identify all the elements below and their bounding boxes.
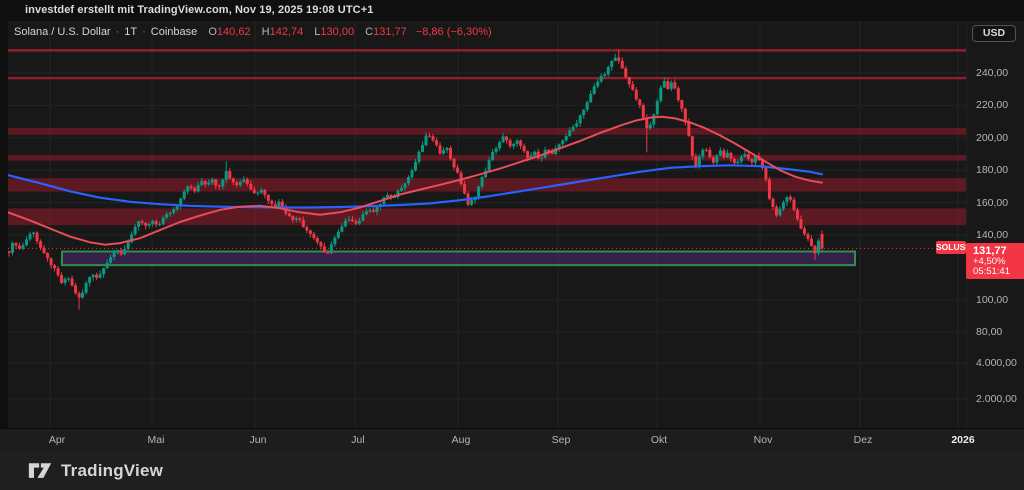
time-axis-label: Okt [651, 434, 667, 446]
price-axis-label: 180,00 [976, 164, 1008, 176]
high-value: 142,74 [270, 26, 304, 38]
last-price-label: 131,77 +4,50% 05:51:41 [966, 243, 1024, 279]
price-axis-label: 200,00 [976, 132, 1008, 144]
tradingview-logo-text: TradingView [61, 461, 163, 481]
low-value: 130,00 [320, 26, 354, 38]
plot-area [8, 21, 967, 428]
bottom-bar: TradingView [0, 452, 1024, 490]
price-axis-label: 160,00 [976, 197, 1008, 209]
legend-separator: · [116, 26, 120, 38]
symbol-price-line-badge: SOLUSD [936, 241, 966, 254]
change-value: −8,86 (−6,30%) [416, 26, 492, 38]
secondary-axis-label: 4.000,00 [976, 357, 1017, 369]
price-axis-label: 240,00 [976, 67, 1008, 79]
tradingview-logo-icon [28, 461, 52, 481]
time-axis-label: Nov [754, 434, 773, 446]
exchange-label: Coinbase [151, 26, 197, 38]
candlestick-chart-canvas[interactable] [0, 0, 1024, 490]
bar-close-countdown: 05:51:41 [973, 267, 1024, 277]
price-axis[interactable]: 240,00 220,00 200,00 180,00 160,00 140,00 100,… [966, 21, 1024, 428]
time-axis-label: Aug [452, 434, 471, 446]
close-value: 131,77 [373, 26, 407, 38]
time-axis-label: 2026 [951, 434, 974, 446]
time-axis-label: Dez [854, 434, 873, 446]
price-axis-label: 80,00 [976, 326, 1002, 338]
time-axis-label: Apr [49, 434, 65, 446]
time-axis-label: Mai [148, 434, 165, 446]
time-axis[interactable]: Apr Mai Jun Jul Aug Sep Okt Nov Dez 2026 [0, 428, 1024, 453]
open-value: 140,62 [217, 26, 251, 38]
time-axis-label: Jul [351, 434, 364, 446]
support-box [62, 252, 855, 266]
high-label: H [262, 26, 270, 38]
interval-label[interactable]: 1T [124, 26, 137, 38]
price-axis-label: 100,00 [976, 294, 1008, 306]
symbol-name[interactable]: Solana / U.S. Dollar [14, 26, 111, 38]
symbol-legend[interactable]: Solana / U.S. Dollar · 1T · Coinbase O140,62… [14, 26, 492, 42]
time-axis-label: Sep [552, 434, 571, 446]
currency-unit-button[interactable]: USD [972, 25, 1016, 42]
open-label: O [208, 26, 217, 38]
secondary-axis-label: 2.000,00 [976, 393, 1017, 405]
time-axis-label: Jun [250, 434, 267, 446]
price-axis-label: 220,00 [976, 99, 1008, 111]
price-axis-label: 140,00 [976, 229, 1008, 241]
close-label: C [365, 26, 373, 38]
tradingview-logo[interactable]: TradingView [28, 461, 163, 481]
tradingview-chart-screenshot: investdef erstellt mit TradingView.com, … [0, 0, 1024, 490]
legend-separator: · [142, 26, 146, 38]
